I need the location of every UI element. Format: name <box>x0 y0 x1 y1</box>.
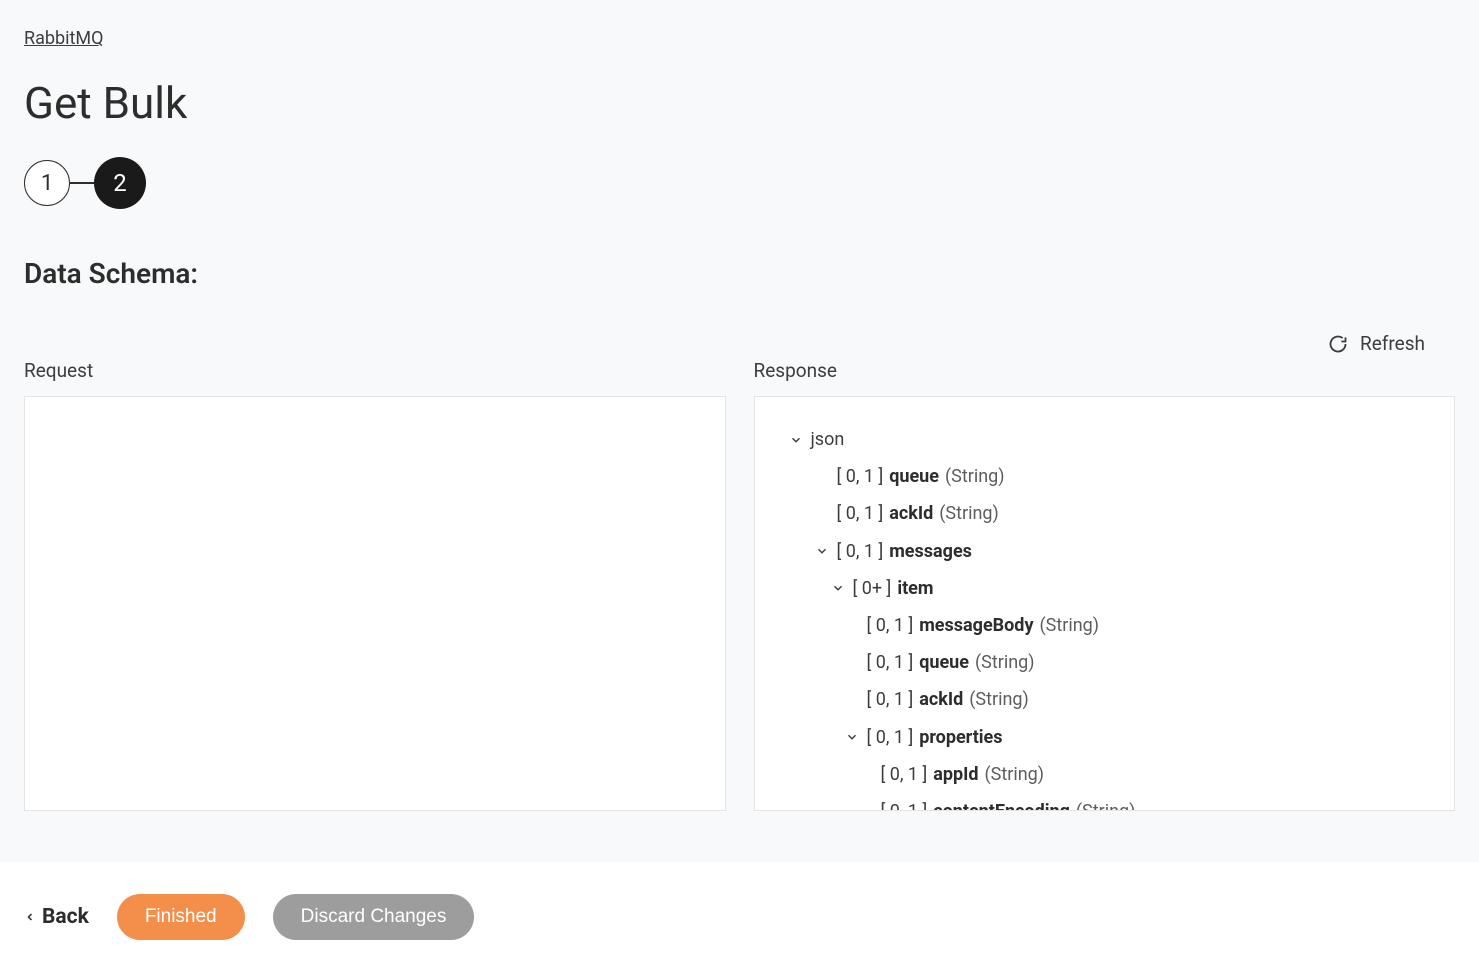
tree-row-item[interactable]: [ 0+ ] item <box>775 570 1435 607</box>
refresh-icon <box>1328 334 1348 354</box>
back-label: Back <box>42 905 89 929</box>
field-type: (String) <box>939 501 999 526</box>
field-type: (String) <box>1040 613 1100 638</box>
field-name: queue <box>889 464 939 489</box>
field-type: (String) <box>985 762 1045 787</box>
discard-button[interactable]: Discard Changes <box>273 894 475 940</box>
request-label: Request <box>24 359 726 382</box>
cardinality: [ 0, 1 ] <box>837 464 884 489</box>
cardinality: [ 0, 1 ] <box>867 613 914 638</box>
field-name: contentEncoding <box>933 799 1070 811</box>
field-type: (String) <box>1076 799 1136 811</box>
stepper: 1 2 <box>24 157 1455 209</box>
tree-row-messagebody[interactable]: [ 0, 1 ] messageBody (String) <box>775 607 1435 644</box>
section-title: Data Schema: <box>24 257 1455 290</box>
footer: Back Finished Discard Changes <box>0 862 1479 972</box>
field-name: ackId <box>919 687 963 712</box>
field-name: appId <box>933 762 978 787</box>
field-type: (String) <box>969 687 1029 712</box>
cardinality: [ 0+ ] <box>853 576 892 601</box>
field-name: messageBody <box>919 613 1033 638</box>
field-name: properties <box>919 725 1002 750</box>
tree-row-ackid[interactable]: [ 0, 1 ] ackId (String) <box>775 495 1435 532</box>
chevron-down-icon[interactable] <box>829 579 847 597</box>
cardinality: [ 0, 1 ] <box>837 539 884 564</box>
tree-row-properties[interactable]: [ 0, 1 ] properties <box>775 719 1435 756</box>
tree-row-queue[interactable]: [ 0, 1 ] queue (String) <box>775 458 1435 495</box>
breadcrumb-rabbitmq[interactable]: RabbitMQ <box>24 28 103 49</box>
cardinality: [ 0, 1 ] <box>881 762 928 787</box>
response-panel: json [ 0, 1 ] queue (String) [ 0, 1 ] ac… <box>754 396 1456 811</box>
cardinality: [ 0, 1 ] <box>867 687 914 712</box>
field-name: ackId <box>889 501 933 526</box>
cardinality: [ 0, 1 ] <box>867 650 914 675</box>
field-name: queue <box>919 650 969 675</box>
tree-row-contentencoding[interactable]: [ 0, 1 ] contentEncoding (String) <box>775 793 1435 811</box>
tree-row-item-queue[interactable]: [ 0, 1 ] queue (String) <box>775 644 1435 681</box>
request-panel <box>24 396 726 811</box>
cardinality: [ 0, 1 ] <box>867 725 914 750</box>
field-type: (String) <box>945 464 1005 489</box>
step-connector <box>70 182 94 184</box>
cardinality: [ 0, 1 ] <box>837 501 884 526</box>
page-title: Get Bulk <box>24 77 1455 129</box>
response-label: Response <box>754 359 1456 382</box>
refresh-button[interactable]: Refresh <box>1328 332 1425 355</box>
cardinality: [ 0, 1 ] <box>881 799 928 811</box>
field-name: item <box>897 576 933 601</box>
back-button[interactable]: Back <box>24 905 89 929</box>
tree-row-messages[interactable]: [ 0, 1 ] messages <box>775 533 1435 570</box>
tree-row-json[interactable]: json <box>775 421 1435 458</box>
chevron-down-icon[interactable] <box>813 542 831 560</box>
tree-node-name: json <box>811 427 845 452</box>
chevron-down-icon[interactable] <box>787 431 805 449</box>
chevron-down-icon[interactable] <box>843 728 861 746</box>
tree-row-appid[interactable]: [ 0, 1 ] appId (String) <box>775 756 1435 793</box>
step-2[interactable]: 2 <box>94 157 146 209</box>
finished-button[interactable]: Finished <box>117 894 245 940</box>
field-type: (String) <box>975 650 1035 675</box>
chevron-left-icon <box>24 911 36 923</box>
step-1[interactable]: 1 <box>24 160 70 206</box>
tree-row-item-ackid[interactable]: [ 0, 1 ] ackId (String) <box>775 681 1435 718</box>
refresh-label: Refresh <box>1360 332 1425 355</box>
field-name: messages <box>889 539 972 564</box>
